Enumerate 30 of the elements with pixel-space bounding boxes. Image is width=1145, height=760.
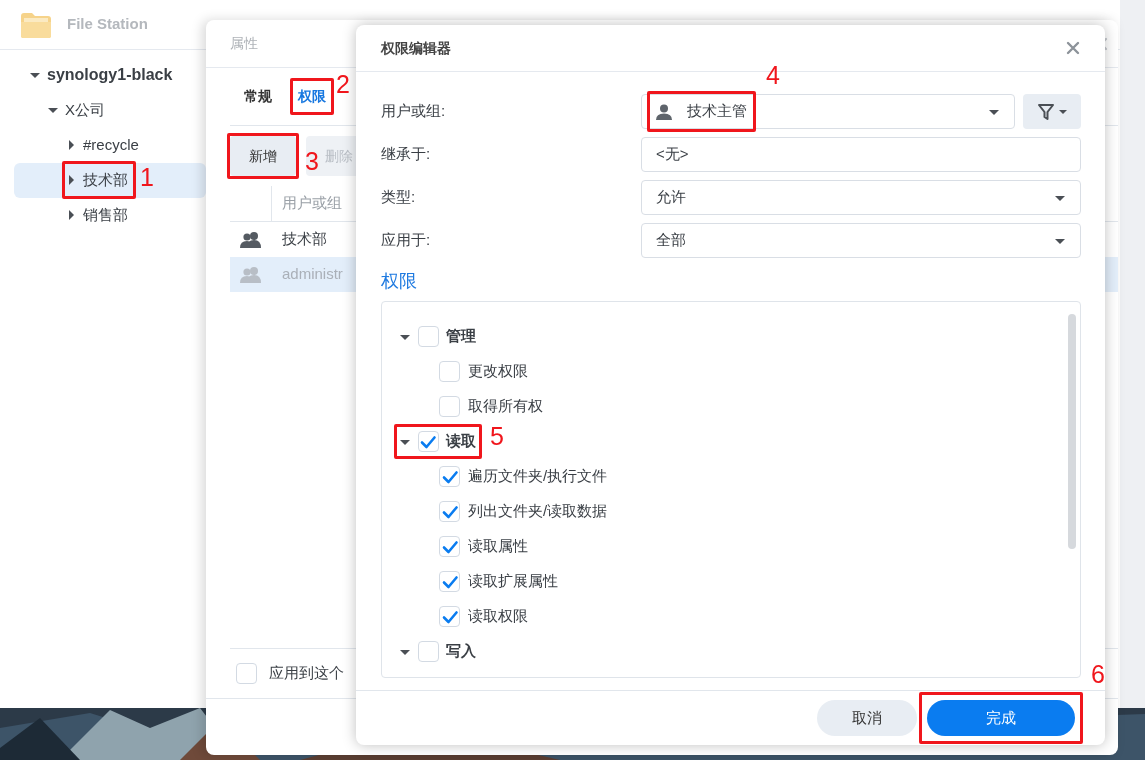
permission-label: 读取属性 (468, 536, 528, 557)
window-title: File Station (67, 14, 148, 35)
permission-group-label: 写入 (446, 641, 476, 662)
dropdown-value: 全部 (656, 230, 686, 251)
permission-group-label: 读取 (446, 431, 476, 452)
callout-number: 5 (490, 424, 504, 450)
callout-number: 3 (305, 149, 319, 174)
permission-label: 取得所有权 (468, 396, 543, 417)
callout-number: 1 (140, 165, 154, 190)
permission-label: 读取扩展属性 (468, 571, 558, 592)
callout-number: 6 (1091, 662, 1105, 687)
window-title: 属性 (230, 34, 258, 53)
callout-number: 2 (336, 72, 350, 97)
section-heading: 权限 (381, 270, 418, 293)
permission-label: 遍历文件夹/执行文件 (468, 466, 608, 487)
permission-group-label: 管理 (446, 326, 476, 347)
permission-label: 更改权限 (468, 361, 528, 382)
permission-label: 读取权限 (468, 606, 528, 627)
table-cell-text: administr (281, 264, 343, 285)
field-label: 继承于: (381, 144, 432, 165)
dialog-title: 权限编辑器 (381, 38, 451, 58)
dropdown-value: 技术主管 (687, 101, 747, 122)
dropdown-value: 允许 (656, 187, 686, 208)
checkbox-label: 应用到这个 (269, 663, 344, 684)
table-cell-text: 技术部 (281, 229, 327, 250)
callout-number: 4 (766, 63, 780, 89)
field-label: 用户或组: (381, 101, 447, 122)
field-label: 类型: (381, 187, 417, 208)
permission-label: 列出文件夹/读取数据 (468, 501, 608, 522)
field-label: 应用于: (381, 230, 432, 251)
